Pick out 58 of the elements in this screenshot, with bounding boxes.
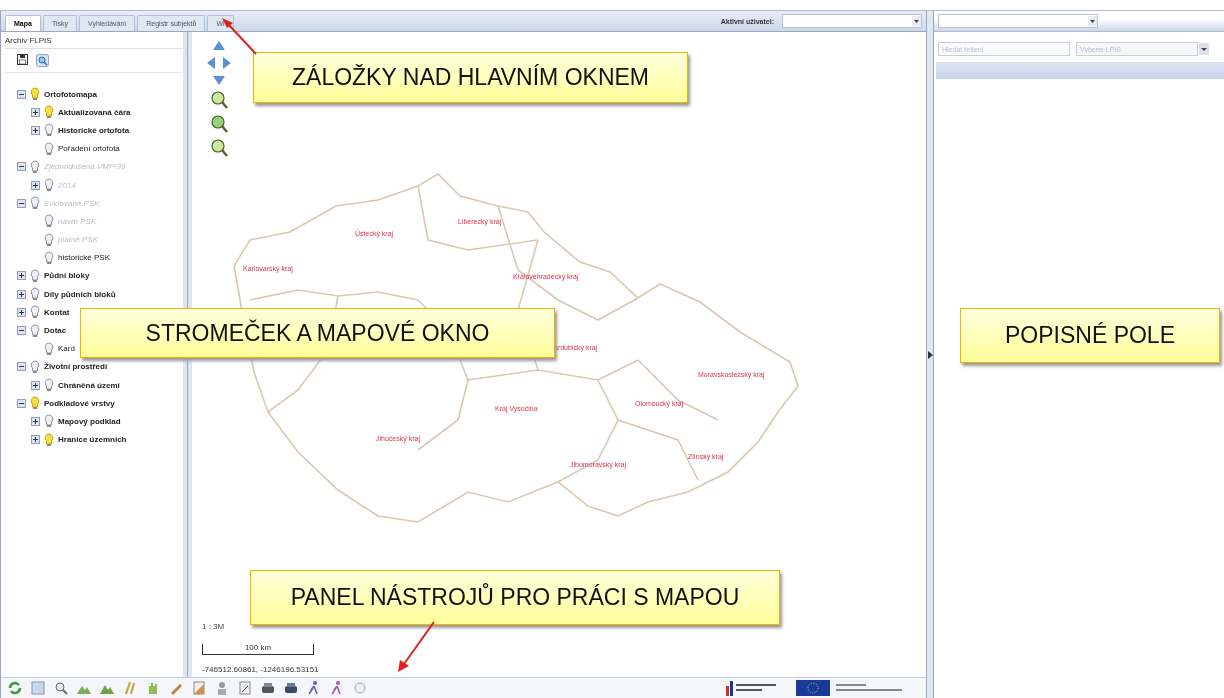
pan-right-icon[interactable]	[222, 56, 232, 70]
expand-icon[interactable]	[31, 380, 40, 390]
expand-icon[interactable]	[17, 307, 26, 317]
bulb-icon[interactable]	[43, 141, 55, 156]
callout-label: POPISNÉ POLE	[960, 308, 1220, 363]
layer-label[interactable]: Aktualizovaná čára	[58, 107, 131, 117]
scale-bar: 100 km	[202, 644, 314, 655]
expand-icon[interactable]	[31, 416, 40, 426]
collapse-arrow-icon[interactable]	[927, 350, 933, 359]
document-icon[interactable]	[237, 680, 253, 696]
pan-down-icon[interactable]	[212, 74, 226, 86]
layer-label[interactable]: Životní prostředí	[44, 362, 108, 372]
user-dropdown[interactable]	[782, 14, 922, 28]
layer-label[interactable]: Kard	[58, 344, 75, 354]
pan-up-icon[interactable]	[212, 40, 226, 52]
layer-label[interactable]: Díly půdních bloků	[44, 289, 116, 299]
layer-label[interactable]: Dotac	[44, 326, 67, 336]
layer-label[interactable]: Ortofotomapa	[44, 89, 97, 99]
printer-icon[interactable]	[260, 680, 276, 696]
save-icon[interactable]	[17, 54, 28, 65]
collapse-icon[interactable]	[17, 398, 26, 408]
pan-left-icon[interactable]	[206, 56, 216, 70]
expand-icon[interactable]	[31, 125, 40, 135]
refresh-icon[interactable]	[7, 680, 23, 696]
layer-label[interactable]: Půdní bloky	[44, 271, 90, 281]
printer-icon[interactable]	[283, 680, 299, 696]
layer-label[interactable]: Kontat	[44, 307, 70, 317]
pointer-arrow	[398, 621, 435, 672]
collapse-icon[interactable]	[17, 362, 26, 372]
collapse-icon[interactable]	[17, 326, 26, 336]
expand-icon[interactable]	[17, 289, 26, 299]
callout-label: STROMEČEK A MAPOVÉ OKNO	[80, 308, 555, 358]
cursor-coordinates: -746512.60861, -1246196.53151	[202, 665, 319, 674]
expand-icon[interactable]	[31, 435, 40, 445]
panel-title: Archiv FLPIS	[5, 32, 187, 49]
layer-label[interactable]: Chráněná území	[58, 380, 120, 390]
callout-label: PANEL NÁSTROJŮ PRO PRÁCI S MAPOU	[250, 570, 780, 625]
layer-label[interactable]: Mapový podklad	[58, 416, 121, 426]
zoom-icon[interactable]	[53, 680, 69, 696]
layer-label[interactable]: Hranice územních	[58, 435, 127, 445]
layer-label[interactable]: Pořadení ortofota	[58, 144, 120, 154]
zoom-in-icon[interactable]	[210, 90, 228, 110]
zoom-extent-icon[interactable]	[210, 114, 228, 134]
zoom-out-icon[interactable]	[210, 138, 228, 158]
expand-icon[interactable]	[31, 107, 40, 117]
layer-label[interactable]: Historické ortofota	[58, 125, 130, 135]
callout-label: ZÁLOŽKY NAD HLAVNÍM OKNEM	[253, 52, 688, 103]
grid-icon[interactable]	[30, 680, 46, 696]
map-scale: 1 : 3M	[202, 622, 225, 631]
dropdown-field[interactable]	[938, 14, 1098, 28]
pointer-arrow	[222, 18, 257, 55]
layer-label[interactable]: Podkladové vrstvy	[44, 398, 115, 408]
collapse-icon[interactable]	[17, 89, 26, 99]
page-icon[interactable]	[191, 680, 207, 696]
bulb-icon[interactable]	[43, 341, 55, 356]
search-icon[interactable]	[36, 54, 49, 67]
expand-icon[interactable]	[17, 271, 26, 281]
circle-icon[interactable]	[352, 680, 368, 696]
